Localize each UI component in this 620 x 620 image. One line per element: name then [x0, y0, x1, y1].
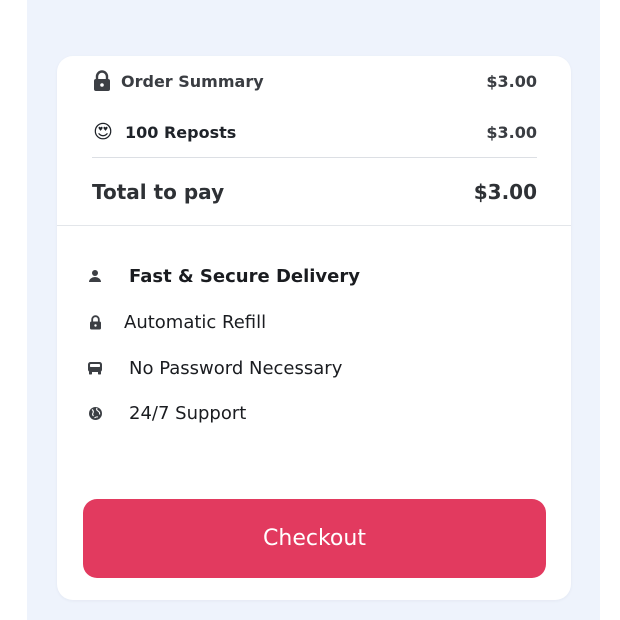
total-row: Total to pay $3.00 [92, 176, 537, 208]
heart-eyes-emoji-icon: 😍 [93, 121, 113, 143]
order-summary-card: Order Summary $3.00 😍 100 Reposts $3.00 … [57, 56, 571, 600]
feature-label: Automatic Refill [124, 311, 267, 333]
order-summary-title: Order Summary [121, 71, 264, 91]
feature-label: Fast & Secure Delivery [129, 265, 360, 287]
feature-automatic-refill: Automatic Refill [87, 309, 266, 335]
feature-no-password: No Password Necessary [87, 355, 342, 381]
order-item-price: $3.00 [486, 122, 537, 142]
user-icon [87, 268, 103, 284]
globe-icon [87, 405, 103, 421]
lock-icon [92, 69, 112, 93]
order-item-row: 😍 100 Reposts $3.00 [92, 118, 537, 146]
car-icon [87, 360, 103, 376]
lock-icon [87, 314, 103, 330]
order-summary-header: Order Summary $3.00 [92, 68, 537, 94]
section-divider [57, 225, 571, 226]
checkout-button[interactable]: Checkout [83, 499, 546, 578]
feature-fast-secure-delivery: Fast & Secure Delivery [87, 263, 360, 289]
feature-label: 24/7 Support [129, 402, 247, 424]
order-item-label: 100 Reposts [125, 122, 237, 142]
total-value: $3.00 [473, 180, 537, 204]
total-label: Total to pay [92, 180, 225, 204]
feature-support: 24/7 Support [87, 400, 246, 426]
order-summary-price: $3.00 [486, 71, 537, 91]
feature-label: No Password Necessary [129, 357, 343, 379]
summary-divider [92, 157, 537, 158]
